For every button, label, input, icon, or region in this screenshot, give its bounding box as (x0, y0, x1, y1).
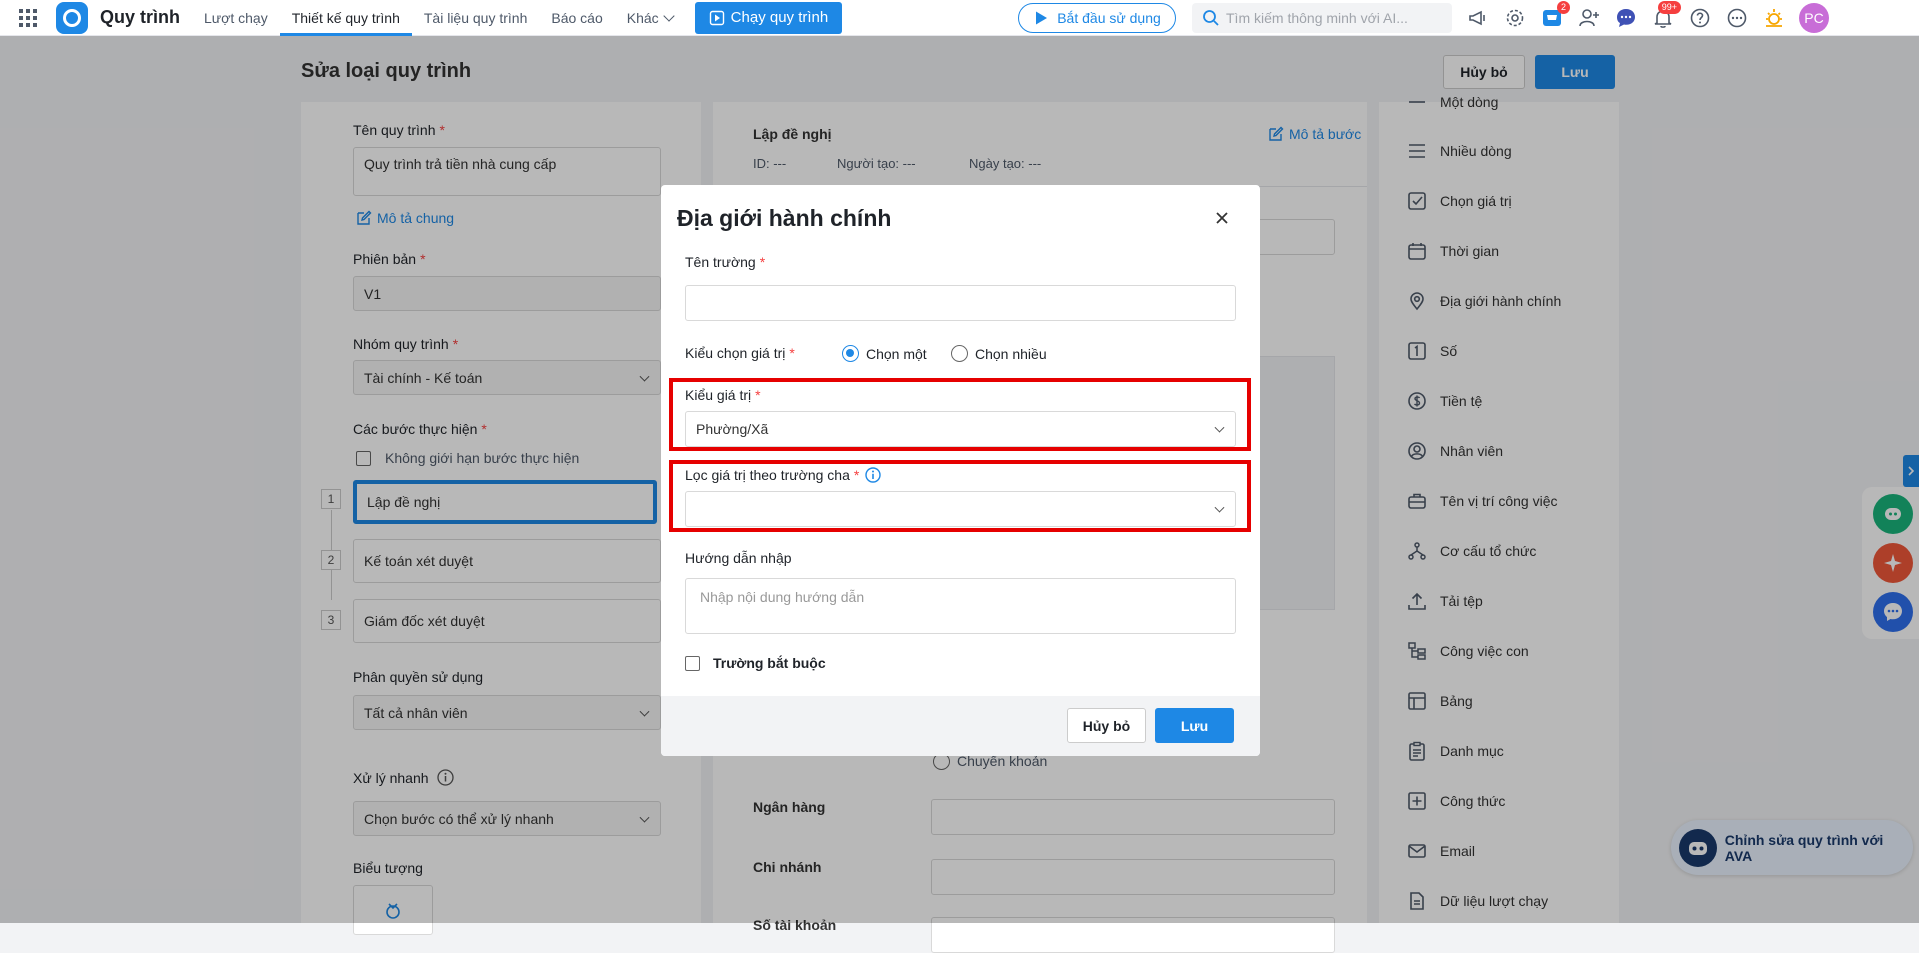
input-guide-textarea[interactable]: Nhập nội dung hướng dẫn (685, 578, 1236, 634)
single-select-radio[interactable] (842, 345, 859, 362)
run-process-label: Chạy quy trình (730, 9, 829, 26)
input-guide-placeholder: Nhập nội dung hướng dẫn (700, 589, 865, 605)
megaphone-icon[interactable] (1466, 6, 1490, 30)
apps-grid-icon[interactable] (18, 8, 38, 28)
cart-badge: 2 (1556, 1, 1570, 14)
main-nav: Lượt chạy Thiết kế quy trình Tài liệu qu… (192, 0, 685, 36)
app-logo-icon[interactable] (56, 1, 88, 34)
required-mark: * (789, 345, 795, 361)
select-mode-label: Kiểu chọn giá trị * (685, 345, 795, 361)
gear-icon[interactable] (1503, 6, 1527, 30)
run-process-button[interactable]: Chạy quy trình (694, 1, 843, 34)
help-icon[interactable] (1688, 6, 1712, 30)
multi-select-label: Chọn nhiều (975, 346, 1047, 362)
nav-item-design[interactable]: Thiết kế quy trình (279, 0, 413, 36)
add-user-icon[interactable] (1577, 6, 1601, 30)
get-started-label: Bắt đầu sử dụng (1057, 10, 1161, 26)
required-field-checkbox[interactable] (685, 656, 700, 671)
top-bar: Quy trình Lượt chạy Thiết kế quy trình T… (0, 0, 1919, 36)
field-name-input[interactable] (685, 285, 1236, 321)
nav-item-docs[interactable]: Tài liệu quy trình (412, 0, 540, 36)
get-started-button[interactable]: Bắt đầu sử dụng (1018, 3, 1176, 33)
nav-item-runs[interactable]: Lượt chạy (192, 0, 280, 36)
dialog-cancel-button[interactable]: Hủy bỏ (1067, 708, 1146, 743)
highlight-value-type (669, 378, 1251, 451)
more-icon[interactable] (1725, 6, 1749, 30)
nav-item-reports[interactable]: Báo cáo (539, 0, 614, 36)
highlight-parent-filter (669, 460, 1251, 532)
field-name-label-text: Tên trường (685, 254, 756, 270)
chat-icon[interactable] (1614, 6, 1638, 30)
ai-search-input[interactable]: Tìm kiếm thông minh với AI... (1192, 3, 1452, 33)
required-mark: * (759, 254, 766, 270)
admin-boundary-dialog: Địa giới hành chính Tên trường * Kiểu chọ… (661, 185, 1260, 756)
notification-badge: 99+ (1657, 1, 1681, 14)
multi-select-radio[interactable] (951, 345, 968, 362)
play-icon (709, 10, 724, 25)
single-select-label: Chọn một (866, 346, 927, 362)
dialog-title: Địa giới hành chính (677, 205, 892, 231)
dialog-save-button[interactable]: Lưu (1155, 708, 1234, 743)
select-mode-label-text: Kiểu chọn giá trị (685, 345, 786, 361)
chevron-down-icon (663, 9, 675, 22)
close-icon[interactable] (1212, 208, 1232, 228)
field-name-label: Tên trường * (685, 254, 765, 270)
top-icons: 2 99+ PC (1466, 0, 1829, 36)
bell-icon[interactable]: 99+ (1651, 1, 1681, 30)
input-guide-label: Hướng dẫn nhập (685, 550, 792, 566)
play-icon (1036, 11, 1048, 25)
nav-item-more[interactable]: Khác (615, 0, 685, 36)
app-title: Quy trình (100, 7, 180, 27)
search-icon (1203, 10, 1219, 26)
sun-icon[interactable] (1762, 6, 1786, 30)
cart-icon[interactable]: 2 (1540, 1, 1570, 30)
ai-search-placeholder: Tìm kiếm thông minh với AI... (1226, 10, 1408, 26)
nav-item-more-label: Khác (626, 9, 659, 26)
required-field-label: Trường bắt buộc (713, 655, 826, 671)
user-avatar[interactable]: PC (1799, 3, 1829, 33)
